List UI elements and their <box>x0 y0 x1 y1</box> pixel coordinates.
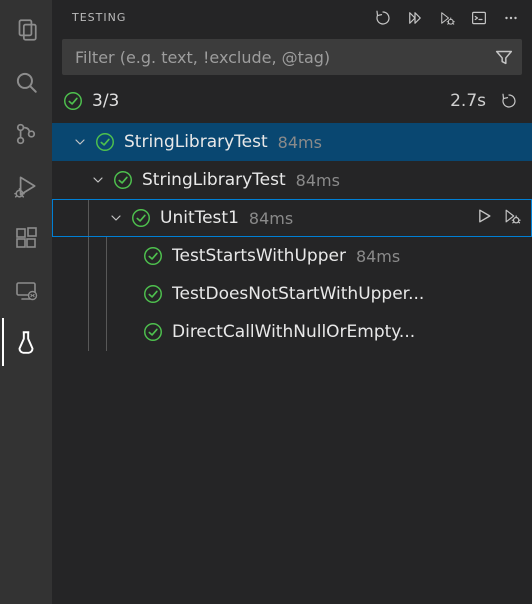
tree-row-duration: 84ms <box>296 171 340 190</box>
filter-icon[interactable] <box>493 46 515 68</box>
activity-remote[interactable] <box>2 266 50 314</box>
tree-row-label: TestDoesNotStartWithUpper... <box>172 284 424 304</box>
activity-testing[interactable] <box>2 318 50 366</box>
rerun-button[interactable] <box>496 88 522 114</box>
pass-icon <box>130 207 152 229</box>
test-summary: 3/3 2.7s <box>52 85 532 117</box>
tree-row-test[interactable]: TestStartsWithUpper 84ms <box>52 237 532 275</box>
tree-row-class[interactable]: UnitTest1 84ms <box>52 199 532 237</box>
more-actions-button[interactable] <box>498 5 524 31</box>
run-all-tests-button[interactable] <box>402 5 428 31</box>
tree-row-duration: 84ms <box>249 209 293 228</box>
run-test-button[interactable] <box>474 206 494 231</box>
panel-title: TESTING <box>72 11 364 24</box>
summary-duration: 2.7s <box>450 91 486 111</box>
tree-row-test[interactable]: TestDoesNotStartWithUpper... <box>52 275 532 313</box>
filter-row <box>62 39 522 75</box>
pass-icon <box>142 321 164 343</box>
show-output-button[interactable] <box>466 5 492 31</box>
tree-row-label: UnitTest1 <box>160 208 239 228</box>
tree-row-label: StringLibraryTest <box>124 132 268 152</box>
chevron-down-icon[interactable] <box>88 170 108 190</box>
tree-row-test[interactable]: DirectCallWithNullOrEmpty... <box>52 313 532 351</box>
tree-row-project[interactable]: StringLibraryTest 84ms <box>52 161 532 199</box>
activity-source-control[interactable] <box>2 110 50 158</box>
activity-extensions[interactable] <box>2 214 50 262</box>
chevron-down-icon[interactable] <box>106 208 126 228</box>
activity-run-debug[interactable] <box>2 162 50 210</box>
panel-header: TESTING <box>52 0 532 35</box>
tree-row-duration: 84ms <box>356 247 400 266</box>
testing-panel: TESTING 3/3 2.7s StringLibraryTest 84ms <box>52 0 532 604</box>
summary-pass-icon <box>62 90 84 112</box>
pass-icon <box>112 169 134 191</box>
test-tree: StringLibraryTest 84ms StringLibraryTest… <box>52 117 532 604</box>
pass-icon <box>142 245 164 267</box>
tree-row-label: StringLibraryTest <box>142 170 286 190</box>
refresh-tests-button[interactable] <box>370 5 396 31</box>
summary-pass-count: 3/3 <box>92 91 119 111</box>
pass-icon <box>142 283 164 305</box>
tree-row-duration: 84ms <box>278 133 322 152</box>
chevron-down-icon[interactable] <box>70 132 90 152</box>
tree-row-label: DirectCallWithNullOrEmpty... <box>172 322 415 342</box>
debug-test-button[interactable] <box>502 206 522 231</box>
pass-icon <box>94 131 116 153</box>
tree-row-label: TestStartsWithUpper <box>172 246 346 266</box>
filter-input[interactable] <box>73 47 493 68</box>
activity-explorer[interactable] <box>2 6 50 54</box>
activity-bar <box>0 0 52 604</box>
tree-row-root[interactable]: StringLibraryTest 84ms <box>52 123 532 161</box>
activity-search[interactable] <box>2 58 50 106</box>
debug-all-tests-button[interactable] <box>434 5 460 31</box>
